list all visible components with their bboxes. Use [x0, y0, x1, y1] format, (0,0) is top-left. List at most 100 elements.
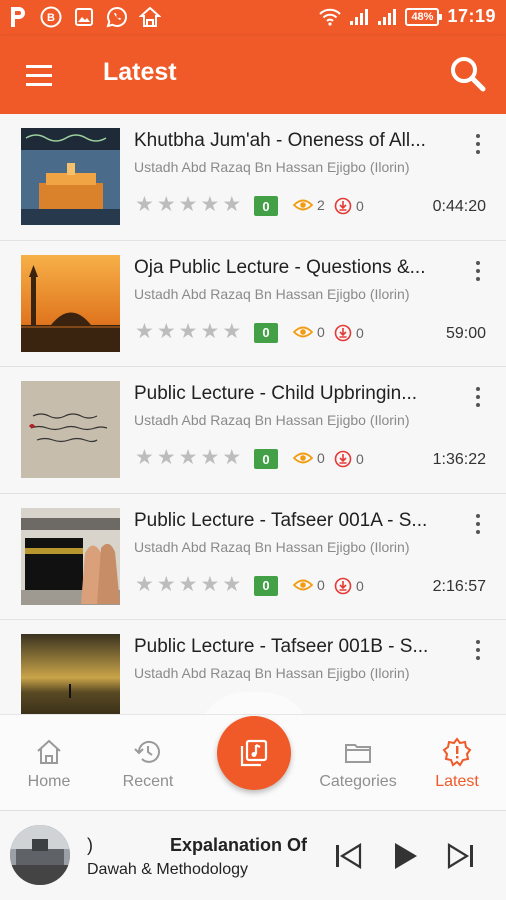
rating-badge: 0: [254, 449, 278, 469]
skip-next-icon[interactable]: [444, 839, 478, 873]
rating-badge: 0: [254, 196, 278, 216]
signal-icon: [350, 8, 369, 25]
nav-categories[interactable]: Categories: [313, 737, 403, 791]
nav-recent[interactable]: Recent: [103, 737, 193, 791]
lecture-title: Oja Public Lecture - Questions &...: [134, 256, 426, 278]
lecture-author: Ustadh Abd Razaq Bn Hassan Ejigbo (Ilori…: [134, 159, 410, 175]
star-icon[interactable]: ★: [157, 194, 176, 216]
list-item[interactable]: Oja Public Lecture - Questions &... Usta…: [0, 240, 506, 367]
view-count-value: 0: [317, 576, 325, 593]
home-icon: [34, 737, 64, 767]
download-count: 0: [334, 450, 364, 468]
star-rating[interactable]: ★ ★ ★ ★ ★: [135, 447, 241, 469]
download-count-value: 0: [356, 198, 364, 214]
thumbnail-image: [21, 507, 120, 605]
list-item[interactable]: Public Lecture - Child Upbringin... Usta…: [0, 367, 506, 494]
view-count-value: 0: [317, 450, 325, 466]
status-bar: B 48% 17:19: [0, 0, 506, 36]
whatsapp-icon: [105, 5, 129, 29]
p-logo-icon: [6, 5, 30, 29]
app-bar: Latest: [0, 36, 506, 114]
lecture-author: Ustadh Abd Razaq Bn Hassan Ejigbo (Ilori…: [134, 285, 410, 302]
star-icon[interactable]: ★: [135, 447, 154, 469]
star-icon[interactable]: ★: [179, 320, 198, 343]
star-rating[interactable]: ★ ★ ★ ★ ★: [135, 573, 241, 596]
play-icon[interactable]: [388, 839, 422, 873]
battery-indicator: 48%: [405, 7, 443, 26]
page-title: Latest: [103, 58, 177, 86]
star-icon[interactable]: ★: [200, 447, 219, 469]
menu-icon[interactable]: [22, 58, 58, 94]
lecture-title: Public Lecture - Tafseer 001B - S...: [134, 636, 429, 657]
thumbnail-image: [21, 254, 120, 352]
view-count: 0: [293, 577, 325, 593]
star-icon[interactable]: ★: [179, 447, 198, 469]
album-art: [10, 825, 70, 885]
star-icon[interactable]: ★: [200, 320, 219, 343]
history-icon: [133, 737, 163, 767]
music-library-icon: [240, 739, 268, 767]
duration: 1:36:22: [432, 451, 486, 468]
duration: 2:16:57: [432, 577, 486, 595]
view-count-value: 0: [317, 323, 325, 340]
skip-previous-icon[interactable]: [331, 839, 365, 873]
star-icon[interactable]: ★: [200, 194, 219, 216]
b-icon: B: [39, 5, 63, 29]
mini-player[interactable]: ) Expalanation Of Dawah & Methodology: [0, 810, 506, 900]
thumbnail-image: [21, 634, 120, 714]
search-icon[interactable]: [448, 54, 488, 94]
folder-icon: [343, 737, 373, 767]
thumbnail-image: [21, 381, 120, 478]
track-subtitle: Dawah & Methodology: [87, 861, 248, 878]
star-icon[interactable]: ★: [222, 320, 241, 343]
star-icon[interactable]: ★: [135, 194, 154, 216]
wifi-icon: [319, 8, 342, 26]
nav-home-label: Home: [27, 773, 71, 790]
svg-text:B: B: [47, 12, 55, 24]
star-icon[interactable]: ★: [157, 320, 176, 343]
more-options-icon[interactable]: [466, 259, 490, 283]
star-icon[interactable]: ★: [157, 447, 176, 469]
eye-icon: [293, 199, 313, 211]
view-count: 0: [293, 450, 325, 466]
lecture-author: Ustadh Abd Razaq Bn Hassan Ejigbo (Ilori…: [134, 412, 410, 428]
now-playing-button[interactable]: [217, 716, 291, 790]
nav-latest-label: Latest: [435, 773, 479, 790]
star-icon[interactable]: ★: [135, 320, 154, 343]
star-icon[interactable]: ★: [222, 194, 241, 216]
rating-badge: 0: [254, 322, 278, 343]
view-count-value: 2: [317, 197, 325, 213]
star-icon[interactable]: ★: [222, 573, 241, 596]
more-options-icon[interactable]: [466, 132, 490, 156]
track-title-marquee: ) Expalanation Of: [87, 835, 307, 857]
lecture-list: Khutbha Jum'ah - Oneness of All... Ustad…: [0, 114, 506, 714]
more-options-icon[interactable]: [466, 512, 490, 536]
more-options-icon[interactable]: [466, 385, 490, 409]
eye-icon: [293, 452, 313, 464]
download-icon: [334, 324, 352, 341]
star-icon[interactable]: ★: [179, 194, 198, 216]
eye-icon: [293, 326, 313, 337]
star-icon[interactable]: ★: [222, 447, 241, 469]
signal-icon: [378, 8, 397, 25]
status-time: 17:19: [447, 6, 496, 26]
lecture-author: Ustadh Abd Razaq Bn Hassan Ejigbo (Ilori…: [134, 538, 410, 555]
thumbnail-image: [21, 128, 120, 225]
download-count: 0: [334, 324, 364, 342]
more-options-icon[interactable]: [466, 638, 490, 662]
star-icon[interactable]: ★: [179, 573, 198, 596]
star-rating[interactable]: ★ ★ ★ ★ ★: [135, 320, 241, 343]
star-icon[interactable]: ★: [157, 573, 176, 596]
nav-latest[interactable]: Latest: [412, 737, 502, 791]
nav-categories-label: Categories: [319, 773, 397, 790]
star-rating[interactable]: ★ ★ ★ ★ ★: [135, 194, 241, 216]
system-icons: 48% 17:19: [319, 6, 496, 27]
nav-home[interactable]: Home: [4, 737, 94, 791]
lecture-author: Ustadh Abd Razaq Bn Hassan Ejigbo (Ilori…: [134, 665, 410, 681]
list-item[interactable]: Khutbha Jum'ah - Oneness of All... Ustad…: [0, 114, 506, 241]
notification-icons: B: [6, 5, 162, 29]
star-icon[interactable]: ★: [135, 573, 154, 596]
star-icon[interactable]: ★: [200, 573, 219, 596]
list-item[interactable]: Public Lecture - Tafseer 001A - S... Ust…: [0, 493, 506, 620]
download-count-value: 0: [356, 451, 364, 467]
